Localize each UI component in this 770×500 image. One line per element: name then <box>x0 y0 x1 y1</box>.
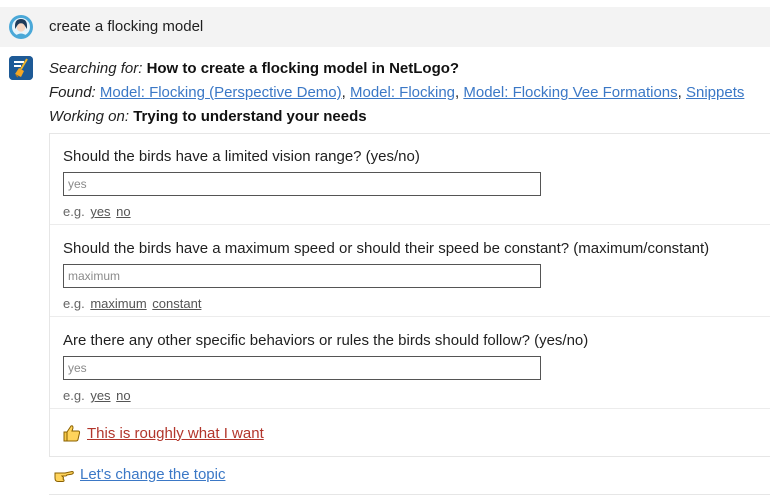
working-text: Trying to understand your needs <box>133 108 367 125</box>
question-text: Should the birds have a maximum speed or… <box>63 240 710 257</box>
searching-label: Searching for: <box>49 60 143 77</box>
found-line: Found: Model: Flocking (Perspective Demo… <box>49 84 745 101</box>
found-link-flocking-vee-formations[interactable]: Model: Flocking Vee Formations <box>463 84 677 101</box>
example-label: e.g. <box>63 388 85 403</box>
thumbs-up-icon <box>63 425 81 442</box>
approve-button[interactable]: This is roughly what I want <box>63 424 264 442</box>
found-link-snippets[interactable]: Snippets <box>686 84 744 101</box>
approve-label[interactable]: This is roughly what I want <box>87 425 264 442</box>
change-topic-label[interactable]: Let's change the topic <box>80 466 225 483</box>
pointing-hand-icon <box>54 470 74 482</box>
example-option[interactable]: no <box>116 388 130 403</box>
example-hints: e.g. yes no <box>63 388 131 403</box>
question-block-vision: Should the birds have a limited vision r… <box>50 134 770 225</box>
example-hints: e.g. yes no <box>63 204 131 219</box>
question-text: Are there any other specific behaviors o… <box>63 332 589 349</box>
example-hints: e.g. maximum constant <box>63 296 201 311</box>
divider <box>49 494 770 495</box>
question-block-behaviors: Are there any other specific behaviors o… <box>50 318 770 409</box>
searching-line: Searching for: How to create a flocking … <box>49 60 459 77</box>
example-option[interactable]: yes <box>90 388 110 403</box>
working-line: Working on: Trying to understand your ne… <box>49 108 367 125</box>
change-topic-button[interactable]: Let's change the topic <box>54 466 225 483</box>
example-option[interactable]: maximum <box>90 296 146 311</box>
user-message-row: create a flocking model <box>0 7 770 47</box>
questions-panel: Should the birds have a limited vision r… <box>49 133 770 457</box>
answer-input-speed[interactable] <box>63 264 541 288</box>
searching-query: How to create a flocking model in NetLog… <box>146 60 460 77</box>
user-avatar-icon <box>9 15 33 39</box>
question-block-speed: Should the birds have a maximum speed or… <box>50 226 770 317</box>
question-text: Should the birds have a limited vision r… <box>63 148 420 165</box>
found-label: Found: <box>49 84 96 101</box>
example-option[interactable]: yes <box>90 204 110 219</box>
example-option[interactable]: no <box>116 204 130 219</box>
found-link-flocking-perspective-demo[interactable]: Model: Flocking (Perspective Demo) <box>100 84 342 101</box>
example-option[interactable]: constant <box>152 296 201 311</box>
example-label: e.g. <box>63 296 85 311</box>
assistant-broom-icon <box>9 56 33 80</box>
user-message-text: create a flocking model <box>49 18 204 35</box>
answer-input-vision[interactable] <box>63 172 541 196</box>
example-label: e.g. <box>63 204 85 219</box>
working-label: Working on: <box>49 108 130 125</box>
answer-input-behaviors[interactable] <box>63 356 541 380</box>
found-link-flocking[interactable]: Model: Flocking <box>350 84 455 101</box>
